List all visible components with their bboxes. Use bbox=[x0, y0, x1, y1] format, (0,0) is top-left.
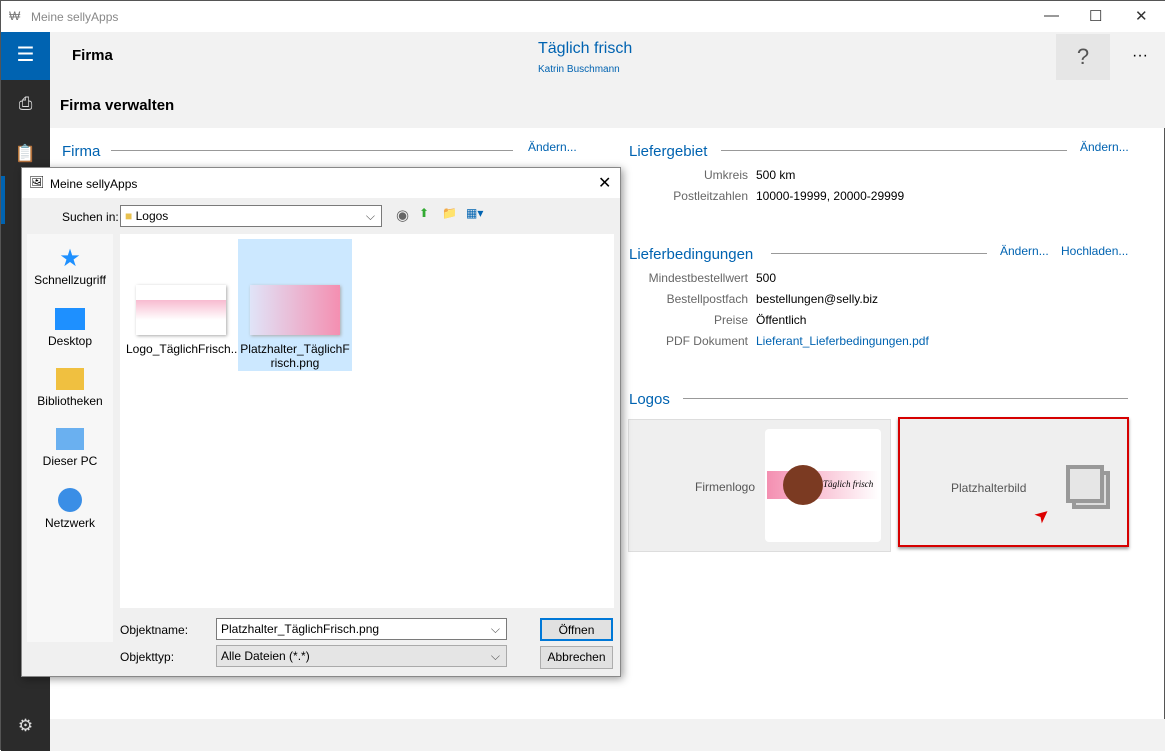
umkreis-label: Umkreis bbox=[704, 168, 748, 182]
cursor-arrow-icon: ➤ bbox=[1030, 502, 1055, 528]
dialog-app-icon: 🖼 bbox=[29, 175, 45, 189]
divider bbox=[683, 398, 1128, 399]
place-network[interactable]: Netzwerk bbox=[27, 484, 113, 530]
app-icon: ₩ bbox=[9, 9, 21, 23]
file-thumbnail bbox=[250, 285, 340, 335]
chevron-down-icon: ⌵ bbox=[365, 209, 375, 223]
user-name: Katrin Buschmann bbox=[538, 64, 620, 75]
logos-title: Logos bbox=[629, 391, 670, 408]
view-menu-icon[interactable]: ▦▾ bbox=[466, 206, 483, 220]
divider bbox=[111, 150, 513, 151]
look-in-label: Suchen in: bbox=[62, 210, 119, 224]
liefergebiet-title: Liefergebiet bbox=[629, 143, 708, 160]
dialog-close-button[interactable]: ✕ bbox=[598, 173, 611, 193]
firmenlogo-image: Täglich frisch bbox=[765, 429, 881, 542]
dialog-title: Meine sellyApps bbox=[50, 177, 138, 191]
settings-gear-icon[interactable]: ⚙ bbox=[1, 716, 50, 736]
places-bar: ★ Schnellzugriff Desktop Bibliotheken Die… bbox=[27, 234, 113, 642]
place-quick-access[interactable]: ★ Schnellzugriff bbox=[27, 244, 113, 287]
file-thumbnail bbox=[136, 285, 226, 335]
firmenlogo-label: Firmenlogo bbox=[695, 480, 756, 494]
filetype-label: Objekttyp: bbox=[120, 650, 175, 664]
firma-section-title: Firma bbox=[62, 143, 101, 160]
dialog-title-bar: 🖼 Meine sellyApps ✕ bbox=[22, 168, 620, 198]
filetype-value: Alle Dateien (*.*) bbox=[221, 649, 310, 663]
filename-label: Objektname: bbox=[120, 623, 189, 637]
look-in-dropdown[interactable]: ■ Logos ⌵ bbox=[120, 205, 382, 227]
logo-text: Täglich frisch bbox=[823, 479, 874, 489]
active-indicator bbox=[1, 176, 5, 224]
filename-input[interactable]: Platzhalter_TäglichFrisch.png ⌵ bbox=[216, 618, 507, 640]
minimize-button[interactable]: — bbox=[1044, 7, 1059, 24]
place-desktop[interactable]: Desktop bbox=[27, 304, 113, 348]
plz-label: Postleitzahlen bbox=[673, 189, 748, 203]
chevron-down-icon: ⌵ bbox=[490, 649, 500, 663]
hamburger-menu-icon[interactable]: ☰ bbox=[1, 32, 50, 80]
page-title: Firma verwalten bbox=[60, 97, 175, 114]
file-name: Platzhalter_TäglichFrisch.png bbox=[240, 342, 350, 370]
plz-value: 10000-19999, 20000-29999 bbox=[756, 189, 905, 203]
bottom-bar bbox=[50, 719, 1165, 751]
clipboard-icon[interactable]: 📋 bbox=[1, 144, 50, 164]
preise-label: Preise bbox=[713, 313, 748, 327]
file-item[interactable]: Logo_TäglichFrisch... bbox=[123, 239, 241, 371]
maximize-button[interactable]: ☐ bbox=[1089, 7, 1102, 25]
help-button[interactable]: ? bbox=[1056, 34, 1110, 80]
file-open-dialog: 🖼 Meine sellyApps ✕ Suchen in: ■ Logos ⌵… bbox=[21, 167, 621, 677]
platzhalter-label: Platzhalterbild bbox=[951, 481, 1027, 495]
place-libraries[interactable]: Bibliotheken bbox=[27, 364, 113, 408]
bestellpostfach-value: bestellungen@selly.biz bbox=[756, 292, 879, 306]
preise-value: Öffentlich bbox=[756, 313, 807, 327]
look-in-value: Logos bbox=[135, 209, 169, 223]
file-name: Logo_TäglichFrisch... bbox=[126, 342, 241, 356]
image-placeholder-icon-front bbox=[1066, 465, 1104, 503]
firmenlogo-tile[interactable]: Firmenlogo Täglich frisch bbox=[628, 419, 891, 552]
company-name: Täglich frisch bbox=[538, 40, 633, 57]
filename-value: Platzhalter_TäglichFrisch.png bbox=[221, 622, 380, 636]
mindestbestellwert-value: 500 bbox=[756, 271, 777, 285]
firma-change-link[interactable]: Ändern... bbox=[528, 140, 577, 154]
up-folder-icon[interactable]: ⬆ bbox=[419, 206, 429, 220]
more-button[interactable]: ··· bbox=[1132, 47, 1148, 65]
place-this-pc[interactable]: Dieser PC bbox=[27, 424, 113, 468]
file-item-selected[interactable]: Platzhalter_TäglichFrisch.png bbox=[238, 239, 352, 371]
open-button[interactable]: Öffnen bbox=[540, 618, 613, 641]
divider bbox=[771, 253, 987, 254]
filetype-dropdown[interactable]: Alle Dateien (*.*) ⌵ bbox=[216, 645, 507, 667]
cancel-button[interactable]: Abbrechen bbox=[540, 646, 613, 669]
title-bar: ₩ Meine sellyApps — ☐ ✕ bbox=[1, 1, 1165, 32]
pdf-label: PDF Dokument bbox=[665, 334, 748, 348]
umkreis-value: 500 km bbox=[756, 168, 796, 182]
divider bbox=[721, 150, 1067, 151]
close-button[interactable]: ✕ bbox=[1135, 7, 1148, 25]
upload-link[interactable]: Hochladen... bbox=[1061, 244, 1128, 258]
liefergebiet-change-link[interactable]: Ändern... bbox=[1080, 140, 1129, 154]
window-title: Meine sellyApps bbox=[31, 10, 119, 24]
pdf-link[interactable]: Lieferant_Lieferbedingungen.pdf bbox=[756, 334, 929, 348]
contact-book-icon[interactable]: ⎙ bbox=[1, 94, 50, 114]
header: Firma Täglich frisch Katrin Buschmann ? … bbox=[50, 32, 1165, 128]
file-list: Logo_TäglichFrisch... Platzhalter_Täglic… bbox=[120, 234, 614, 608]
new-folder-icon[interactable]: 📁 bbox=[442, 206, 457, 220]
lieferbedingungen-change-link[interactable]: Ändern... bbox=[1000, 244, 1049, 258]
section-title: Firma bbox=[72, 47, 113, 64]
platzhalter-tile[interactable]: Platzhalterbild ➤ bbox=[898, 417, 1129, 547]
mindestbestellwert-label: Mindestbestellwert bbox=[648, 271, 748, 285]
chevron-down-icon: ⌵ bbox=[490, 622, 500, 636]
lieferbedingungen-title: Lieferbedingungen bbox=[629, 246, 754, 263]
back-icon[interactable]: ◉ bbox=[396, 206, 409, 224]
bestellpostfach-label: Bestellpostfach bbox=[666, 292, 748, 306]
